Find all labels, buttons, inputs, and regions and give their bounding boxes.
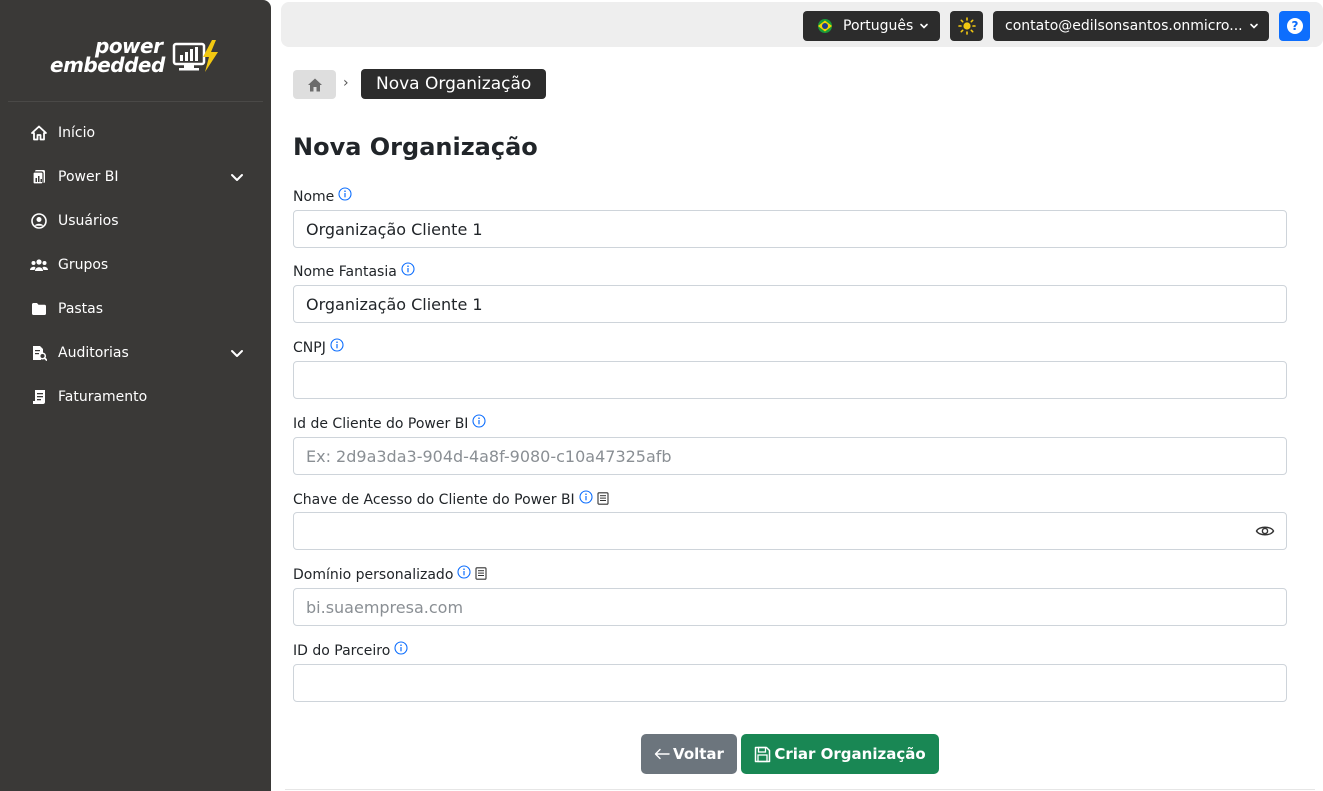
field-label-text: CNPJ [293,340,326,356]
power-embedded-logo[interactable]: power embedded [50,36,230,80]
footer-divider [285,789,1315,790]
nome-fantasia-label: Nome Fantasia [293,262,415,280]
cnpj-label: CNPJ [293,338,344,356]
sidebar-item-label: Power BI [58,169,119,185]
account-dropdown[interactable]: contato@edilsonsantos.onmicro... [993,11,1269,41]
brazil-flag-icon [818,19,832,33]
back-button-label: Voltar [673,745,724,763]
sidebar-item-label: Pastas [58,301,104,317]
chevron-down-icon [1249,23,1258,29]
document-icon[interactable] [597,491,609,505]
sidebar: power embedded Início Power BI Usuários … [0,0,271,791]
sidebar-item-faturamento[interactable]: Faturamento [0,375,271,419]
info-icon[interactable] [330,338,344,352]
audit-icon [30,344,48,362]
field-label-text: Domínio personalizado [293,567,454,583]
logo-text-embedded: embedded [50,53,165,77]
breadcrumb-separator-icon: › [343,75,349,91]
users-icon [30,256,48,274]
chevron-down-icon[interactable] [229,169,245,185]
sun-icon [957,17,976,35]
top-bar: Português contato@edilsonsantos.onmicro.… [281,2,1323,47]
info-icon[interactable] [338,187,352,201]
client-secret-input[interactable] [293,512,1287,550]
info-icon[interactable] [457,565,471,579]
sidebar-item-label: Usuários [58,213,119,229]
home-icon [30,124,48,142]
theme-toggle-button[interactable] [950,11,983,41]
info-icon[interactable] [401,262,415,276]
sidebar-item-grupos[interactable]: Grupos [0,243,271,287]
sidebar-item-pastas[interactable]: Pastas [0,287,271,331]
user-circle-icon [30,212,48,230]
sidebar-item-label: Auditorias [58,345,129,361]
field-label-text: ID do Parceiro [293,643,391,659]
parceiro-input[interactable] [293,664,1287,702]
cnpj-input[interactable] [293,361,1287,399]
language-dropdown[interactable]: Português [803,11,940,41]
help-button[interactable]: ? [1279,11,1310,41]
eye-icon[interactable] [1255,521,1275,541]
sidebar-item-power-bi[interactable]: Power BI [0,155,271,199]
page-title: Nova Organização [293,133,538,161]
field-label-text: Nome [293,189,335,205]
sidebar-item-inicio[interactable]: Início [0,111,271,155]
sidebar-item-label: Grupos [58,257,109,273]
save-icon [755,746,771,762]
nome-label: Nome [293,187,352,205]
language-label: Português [843,18,914,34]
info-icon[interactable] [394,641,408,655]
arrow-left-icon [654,748,670,760]
client-id-label: Id de Cliente do Power BI [293,414,486,432]
report-icon [30,168,48,186]
sidebar-item-label: Faturamento [58,389,148,405]
nome-input[interactable] [293,210,1287,248]
field-label-text: Id de Cliente do Power BI [293,416,469,432]
sidebar-item-auditorias[interactable]: Auditorias [0,331,271,375]
dominio-label: Domínio personalizado [293,565,487,583]
sidebar-nav: Início Power BI Usuários Grupos Pastas A… [0,111,271,419]
breadcrumb-current: Nova Organização [361,69,547,99]
folder-icon [30,300,48,318]
field-label-text: Nome Fantasia [293,264,397,280]
sidebar-item-label: Início [58,125,96,141]
chevron-down-icon[interactable] [229,345,245,361]
breadcrumb-home[interactable] [293,70,336,99]
back-button[interactable]: Voltar [641,734,737,774]
question-icon: ? [1286,18,1303,34]
field-label-text: Chave de Acesso do Cliente do Power BI [293,492,575,508]
home-icon [307,78,322,91]
parceiro-label: ID do Parceiro [293,641,408,659]
monitor-chart-icon [172,40,218,72]
invoice-icon [30,388,48,406]
client-secret-label: Chave de Acesso do Cliente do Power BI [293,490,609,508]
sidebar-item-usuarios[interactable]: Usuários [0,199,271,243]
sidebar-divider [8,101,263,102]
create-button-label: Criar Organização [774,745,926,763]
create-organization-button[interactable]: Criar Organização [741,734,939,774]
dominio-input[interactable] [293,588,1287,626]
svg-text:?: ? [1291,19,1298,33]
info-icon[interactable] [579,490,593,504]
account-email: contato@edilsonsantos.onmicro... [1005,18,1243,34]
chevron-down-icon [920,23,929,29]
document-icon[interactable] [475,566,487,580]
client-id-input[interactable] [293,437,1287,475]
nome-fantasia-input[interactable] [293,285,1287,323]
info-icon[interactable] [472,414,486,428]
